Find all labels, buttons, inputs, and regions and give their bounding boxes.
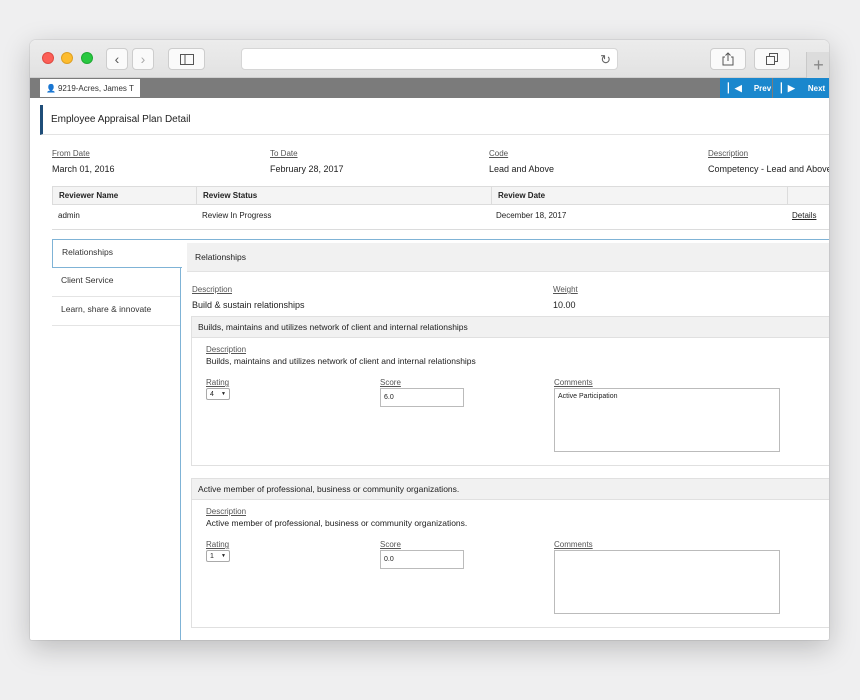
tabs-icon — [766, 53, 778, 65]
to-date-value: February 28, 2017 — [270, 164, 344, 174]
column-header: Review Status — [196, 187, 491, 205]
competency-card: Active member of professional, business … — [191, 478, 829, 628]
prev-button[interactable]: ▏◀ Prev — [720, 78, 772, 98]
competency-title: Active member of professional, business … — [192, 479, 829, 500]
comments-label: Comments — [554, 378, 593, 387]
section-description-label: Description — [192, 285, 233, 294]
forward-button[interactable]: › — [132, 48, 154, 70]
reviewer-table: Reviewer Name Review Status Review Date … — [52, 186, 829, 230]
back-button[interactable]: ‹ — [106, 48, 128, 70]
next-label: Next — [807, 83, 826, 93]
browser-window: ‹ › ↻ + 👤 9219-Acres, James T ▏◀ Prev ▏▶… — [30, 40, 829, 640]
competency-panel: Relationships Description Build & sustai… — [181, 239, 829, 640]
prev-label: Prev — [753, 83, 772, 93]
chevron-right-icon: › — [140, 51, 146, 67]
to-date-label: To Date — [270, 149, 298, 158]
share-button[interactable] — [710, 48, 746, 70]
reviewer-name: admin — [58, 211, 80, 220]
section-description-value: Build & sustain relationships — [192, 300, 305, 310]
description-value: Competency - Lead and Above — [708, 164, 829, 174]
rating-value: 4 — [210, 390, 214, 398]
sidebar-icon — [179, 53, 194, 65]
rating-select[interactable]: 1 ▼ — [206, 550, 230, 562]
browser-toolbar: ‹ › ↻ + — [30, 40, 829, 78]
column-header: Review Date — [491, 187, 787, 205]
next-button[interactable]: ▏▶ Next — [773, 78, 829, 98]
from-date-label: From Date — [52, 149, 90, 158]
competency-description-label: Description — [206, 507, 247, 516]
comments-label: Comments — [554, 540, 593, 549]
new-tab-button[interactable]: + — [806, 52, 829, 78]
rating-label: Rating — [206, 540, 230, 549]
tab-client-service[interactable]: Client Service — [52, 268, 180, 297]
tab-learn-share-innovate[interactable]: Learn, share & innovate — [52, 297, 180, 326]
column-header-actions — [787, 187, 829, 205]
page-title: Employee Appraisal Plan Detail — [40, 105, 829, 135]
score-input[interactable]: 6.0 — [380, 388, 464, 407]
share-icon — [722, 52, 734, 66]
tab-relationships[interactable]: Relationships — [52, 239, 182, 268]
column-header: Reviewer Name — [52, 187, 196, 205]
plus-icon: + — [813, 54, 824, 75]
reviewer-table-header: Reviewer Name Review Status Review Date — [52, 187, 829, 205]
maximize-window-button[interactable] — [81, 52, 93, 64]
tabs-overview-button[interactable] — [754, 48, 790, 70]
reload-icon[interactable]: ↻ — [600, 52, 611, 68]
caret-down-icon: ▼ — [221, 391, 226, 397]
employee-name: 9219-Acres, James T — [57, 83, 134, 93]
chevron-left-icon: ‹ — [114, 51, 120, 67]
weight-value: 10.00 — [553, 300, 576, 310]
competency-description-value: Active member of professional, business … — [206, 518, 468, 528]
score-label: Score — [380, 378, 401, 387]
code-label: Code — [489, 149, 509, 158]
review-status: Review In Progress — [202, 211, 272, 220]
section-title: Relationships — [187, 243, 829, 272]
competency-card: Builds, maintains and utilizes network o… — [191, 316, 829, 466]
competency-tab-list: Relationships Client Service Learn, shar… — [52, 239, 182, 640]
comments-textarea[interactable]: Active Participation — [554, 388, 780, 452]
code-value: Lead and Above — [489, 164, 555, 174]
rating-value: 1 — [210, 552, 214, 560]
caret-down-icon: ▼ — [221, 553, 226, 559]
rating-label: Rating — [206, 378, 230, 387]
sidebar-toggle-button[interactable] — [168, 48, 205, 70]
score-input[interactable]: 0.0 — [380, 550, 464, 569]
address-bar[interactable]: ↻ — [241, 48, 618, 70]
review-date: December 18, 2017 — [496, 211, 567, 220]
from-date-value: March 01, 2016 — [52, 164, 115, 174]
next-record-icon: ▏▶ — [781, 82, 795, 93]
person-icon: 👤 — [46, 83, 56, 93]
close-window-button[interactable] — [42, 52, 54, 64]
details-link[interactable]: Details — [792, 211, 816, 220]
competency-description-value: Builds, maintains and utilizes network o… — [206, 356, 476, 366]
competency-description-label: Description — [206, 345, 247, 354]
app-header-bar: 👤 9219-Acres, James T ▏◀ Prev ▏▶ Next — [30, 78, 829, 98]
rating-select[interactable]: 4 ▼ — [206, 388, 230, 400]
comments-textarea[interactable] — [554, 550, 780, 614]
description-label: Description — [708, 149, 749, 158]
weight-label: Weight — [553, 285, 578, 294]
first-record-icon: ▏◀ — [728, 82, 742, 93]
score-label: Score — [380, 540, 401, 549]
minimize-window-button[interactable] — [61, 52, 73, 64]
competency-title: Builds, maintains and utilizes network o… — [192, 317, 829, 338]
employee-tab[interactable]: 👤 9219-Acres, James T — [40, 79, 140, 97]
